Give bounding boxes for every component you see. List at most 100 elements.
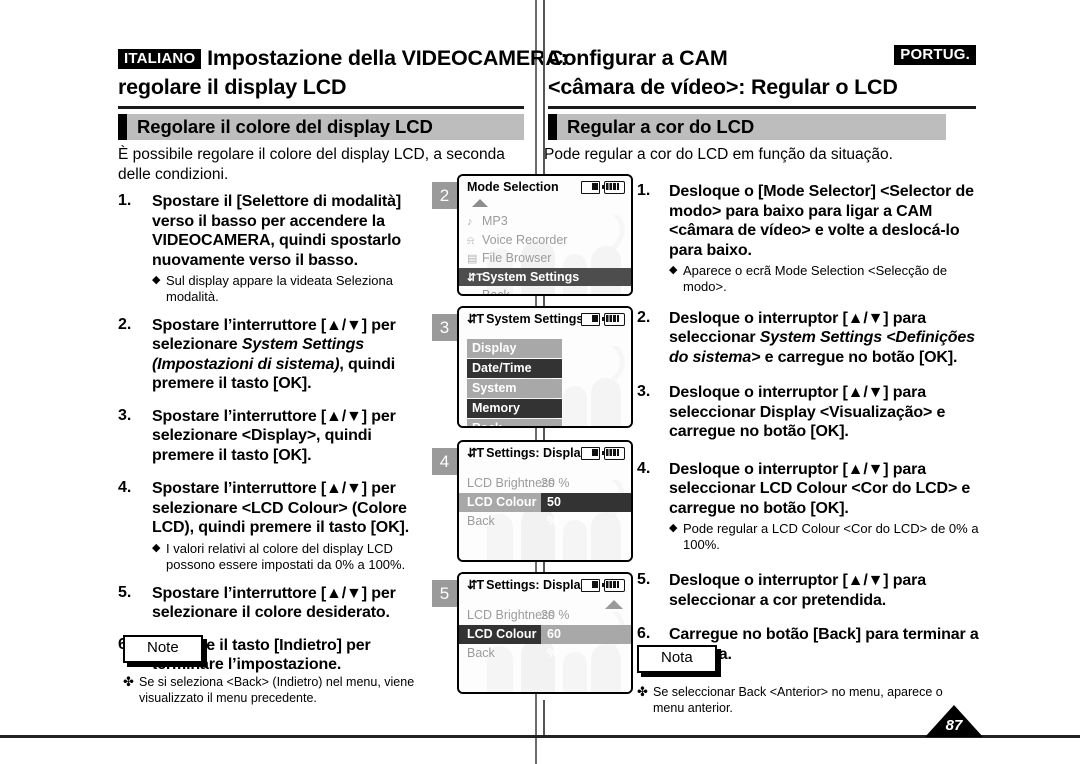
header-rule-right: [548, 106, 976, 109]
setting-row-back[interactable]: Back: [459, 512, 631, 531]
menu-item-label: Back: [482, 288, 510, 296]
lcd-menu-list: ♪ MP3 ⍾ Voice Recorder ▤ File Browser ⇵TSys…: [459, 198, 631, 294]
menu-item-file-browser[interactable]: ▤ File Browser: [459, 249, 631, 268]
memory-card-icon: [581, 181, 600, 194]
menu-item-system-settings[interactable]: ⇵TSystem Settings: [459, 267, 631, 286]
scroll-up-arrow-icon[interactable]: [472, 199, 488, 207]
header-italian-title-line1: Impostazione della VIDEOCAMERA:: [207, 46, 568, 70]
section-title-portuguese-text: Regular a cor do LCD: [567, 116, 755, 137]
settings-icon: ⇵T: [467, 446, 484, 460]
setting-row-back[interactable]: Back: [459, 644, 631, 663]
screen-step-number: 2: [432, 182, 457, 209]
step-item: 1. Desloque o [Mode Selector] <Selector …: [637, 182, 979, 295]
menu-item-label: Voice Recorder: [482, 232, 568, 247]
lcd-title-text: System Settings: [486, 312, 584, 326]
menu-item-memory[interactable]: Memory: [467, 399, 562, 418]
step-text: Spostare l’interruttore [▲/▼] per selezi…: [152, 480, 409, 537]
setting-value: 50 %: [541, 493, 631, 528]
lcd-screen: ⇵T System Settings Display Date/Time Syst…: [457, 306, 633, 428]
setting-label: Back: [467, 514, 495, 528]
step-text: Spostare il [Selettore di modalità] vers…: [152, 193, 402, 269]
menu-item-mp3[interactable]: ♪ MP3: [459, 212, 631, 231]
step-number: 3.: [637, 383, 651, 401]
lcd-status-icons: [581, 181, 625, 194]
setting-row-lcd-brightness[interactable]: LCD Brightness 20 %: [459, 474, 631, 493]
step-number: 2.: [118, 315, 132, 333]
menu-item-back[interactable]: Back: [467, 419, 562, 426]
setting-value: 20 %: [541, 476, 570, 490]
lcd-screen: Mode Selection ♪ MP3 ⍾ Voice Recorder ▤ Fil…: [457, 174, 633, 296]
header-italian: ITALIANO Impostazione della VIDEOCAMERA:…: [118, 44, 568, 101]
step-item: 4. Desloque o interruptor [▲/▼] para sel…: [637, 460, 979, 553]
screen-step-number: 5: [432, 580, 457, 607]
step-text: Spostare l’interruttore [▲/▼] per selezi…: [152, 316, 438, 394]
step-number: 2.: [637, 308, 651, 326]
screen-connector: [543, 700, 545, 735]
note-label-italian: Note: [123, 635, 203, 663]
lcd-screen: ⇵T Settings: Display LCD Brightness 20 % …: [457, 440, 633, 562]
step-number: 5.: [637, 571, 651, 589]
step-text: Spostare l’interruttore [▲/▼] per selezi…: [152, 407, 396, 464]
bottom-rule: [0, 735, 1080, 738]
club-bullet-icon: ✤: [637, 683, 648, 699]
lcd-title-text: Settings: Display: [486, 446, 588, 460]
note-box-italian: Note ✤ Se si seleziona <Back> (Indietro)…: [123, 635, 453, 706]
setting-row-lcd-colour[interactable]: LCD Colour 60 %: [459, 625, 631, 660]
menu-item-system[interactable]: System: [467, 379, 562, 398]
header-portuguese-title-line2: <câmara de vídeo>: Regular o LCD: [548, 74, 898, 99]
step-subnote-text: I valori relativi al colore del display …: [166, 540, 406, 572]
setting-row-lcd-colour[interactable]: LCD Colour 50 %: [459, 493, 631, 528]
lcd-title-bar: ⇵T Settings: Display: [459, 442, 631, 464]
step-subnote: ◆ I valori relativi al colore del displa…: [152, 541, 438, 573]
screen-step-number: 3: [432, 314, 457, 341]
step-item: 3. Desloque o interruptor [▲/▼] para sel…: [637, 383, 979, 442]
lcd-screen: ⇵T Settings: Display LCD Brightness 20 % …: [457, 572, 633, 694]
settings-icon: ⇵T: [467, 578, 484, 592]
page-number: 87: [925, 705, 983, 739]
step-text-b: e carregue no botão [OK].: [760, 348, 958, 366]
note-item-text: Se seleccionar Back <Anterior> no menu, …: [653, 684, 943, 715]
lcd-title-bar: Mode Selection: [459, 176, 631, 198]
screen-step-number: 4: [432, 448, 457, 475]
screen-connector: [543, 0, 545, 178]
step-subnote: ◆ Pode regular a LCD Colour <Cor do LCD>…: [669, 521, 979, 553]
setting-label: Back: [467, 646, 495, 660]
diamond-bullet-icon: ◆: [669, 264, 678, 277]
menu-item-voice-recorder[interactable]: ⍾ Voice Recorder: [459, 231, 631, 250]
setting-row-lcd-brightness[interactable]: LCD Brightness 20 %: [459, 606, 631, 625]
section-tab-right: [548, 114, 557, 140]
setting-value: 20 %: [541, 608, 570, 622]
step-item: 2. Spostare l’interruttore [▲/▼] per sel…: [118, 316, 438, 394]
section-title-italian: Regolare il colore del display LCD: [127, 114, 524, 140]
step-text: Spostare l’interruttore [▲/▼] per selezi…: [152, 584, 396, 622]
memory-card-icon: [581, 579, 600, 592]
section-title-portuguese: Regular a cor do LCD: [557, 114, 946, 140]
memory-card-icon: [581, 447, 600, 460]
menu-item-label: MP3: [482, 214, 508, 228]
step-text: Desloque o interruptor [▲/▼] para selecc…: [669, 309, 979, 368]
steps-portuguese: 1. Desloque o [Mode Selector] <Selector …: [637, 182, 979, 678]
menu-item-display[interactable]: Display: [467, 339, 562, 358]
step-text: Desloque o interruptor [▲/▼] para selecc…: [669, 460, 971, 517]
diamond-bullet-icon: ◆: [669, 522, 678, 535]
lcd-menu-list: Display Date/Time System Memory Back: [459, 330, 631, 426]
note-item-text: Se si seleziona <Back> (Indietro) nel me…: [139, 674, 415, 705]
settings-icon: ⇵T: [467, 312, 484, 326]
settings-icon: ⇵T: [467, 271, 483, 284]
step-number: 5.: [118, 583, 132, 601]
microphone-icon: ⍾: [467, 234, 475, 247]
battery-icon: [602, 313, 625, 326]
lcd-settings-list: LCD Brightness 20 % LCD Colour 60 % Back: [459, 596, 631, 663]
step-subnote: ◆ Aparece o ecrã Mode Selection <Selecçã…: [669, 263, 979, 295]
header-portuguese: PORTUG. Configurar a CAM <câmara de víde…: [548, 44, 976, 101]
step-item: 4. Spostare l’interruttore [▲/▼] per sel…: [118, 479, 438, 572]
section-title-italian-text: Regolare il colore del display LCD: [137, 116, 433, 137]
note-box-portuguese: Nota ✤ Se seleccionar Back <Anterior> no…: [637, 645, 957, 716]
header-rule-left: [118, 106, 524, 109]
menu-item-date-time[interactable]: Date/Time: [467, 359, 562, 378]
menu-item-label: File Browser: [482, 251, 552, 265]
step-subnote-text: Aparece o ecrã Mode Selection <Selecção …: [683, 263, 948, 294]
menu-item-back[interactable]: Back: [459, 286, 631, 296]
step-number: 4.: [637, 459, 651, 477]
intro-portuguese: Pode regular a cor do LCD em função da s…: [544, 146, 893, 163]
